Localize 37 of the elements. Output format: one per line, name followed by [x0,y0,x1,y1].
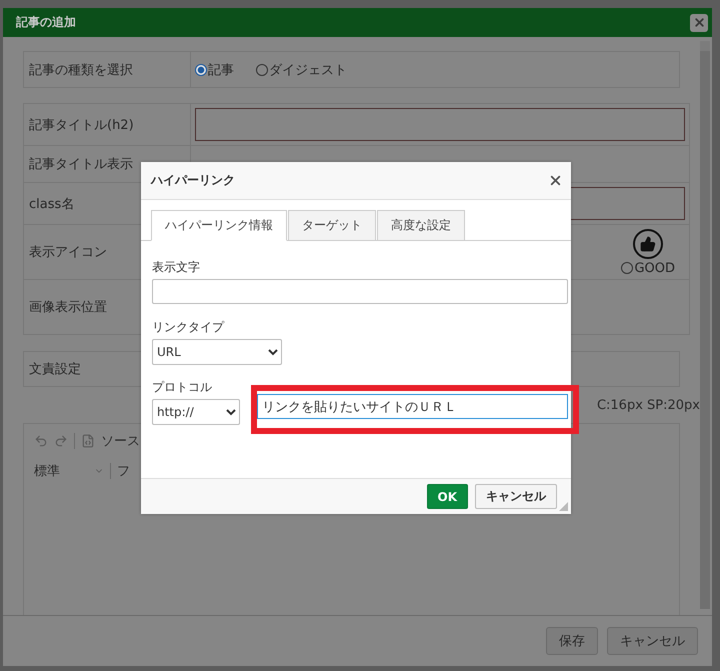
link-type-select[interactable]: URL [152,339,282,365]
format-dropdown[interactable]: 標準 [34,462,60,480]
close-icon[interactable] [548,173,563,188]
cancel-button[interactable]: キャンセル [475,484,557,509]
radio-option[interactable]: ダイジェスト [256,60,347,79]
url-input-field[interactable]: リンクを貼りたいサイトのＵＲＬ [257,394,568,419]
dialog-title: ハイパーリンク [151,172,235,189]
dialog-title: 記事の追加 [16,14,76,32]
undo-icon[interactable] [34,434,48,448]
field-label: 表示アイコン [29,244,107,262]
field-label: class名 [29,196,74,213]
cancel-button[interactable]: キャンセル [607,627,698,656]
size-note: C:16px SP:20px [596,398,700,413]
field-label: プロトコル [152,379,213,396]
radio-option[interactable]: 記事 [195,60,234,79]
field-label: 記事の種類を選択 [29,62,133,79]
tab[interactable]: 高度な設定 [377,210,465,241]
redo-icon[interactable] [54,434,68,448]
text-field[interactable] [195,108,685,142]
tab[interactable]: ハイパーリンク情報 [151,210,287,241]
font-dropdown[interactable]: フ [117,462,130,480]
field-label: 表示文字 [152,259,201,276]
tab[interactable]: ターゲット [288,210,376,241]
field-label: 文責設定 [29,361,81,378]
source-label[interactable]: ソース [101,432,140,450]
field-label: 記事タイトル表示 [29,156,133,174]
input-field[interactable] [152,279,568,304]
protocol-select[interactable]: http:// [152,399,240,425]
radio-option[interactable]: GOOD [621,260,675,276]
thumbs-up-icon [633,228,664,259]
field-label: 画像表示位置 [29,299,107,316]
field-label: リンクタイプ [152,319,226,336]
field-label: 記事タイトル(h2) [29,116,134,134]
ok-button[interactable]: OK [426,484,468,509]
resize-grip-icon[interactable] [559,502,568,511]
save-button[interactable]: 保存 [546,627,598,656]
source-code-icon[interactable] [81,434,95,448]
